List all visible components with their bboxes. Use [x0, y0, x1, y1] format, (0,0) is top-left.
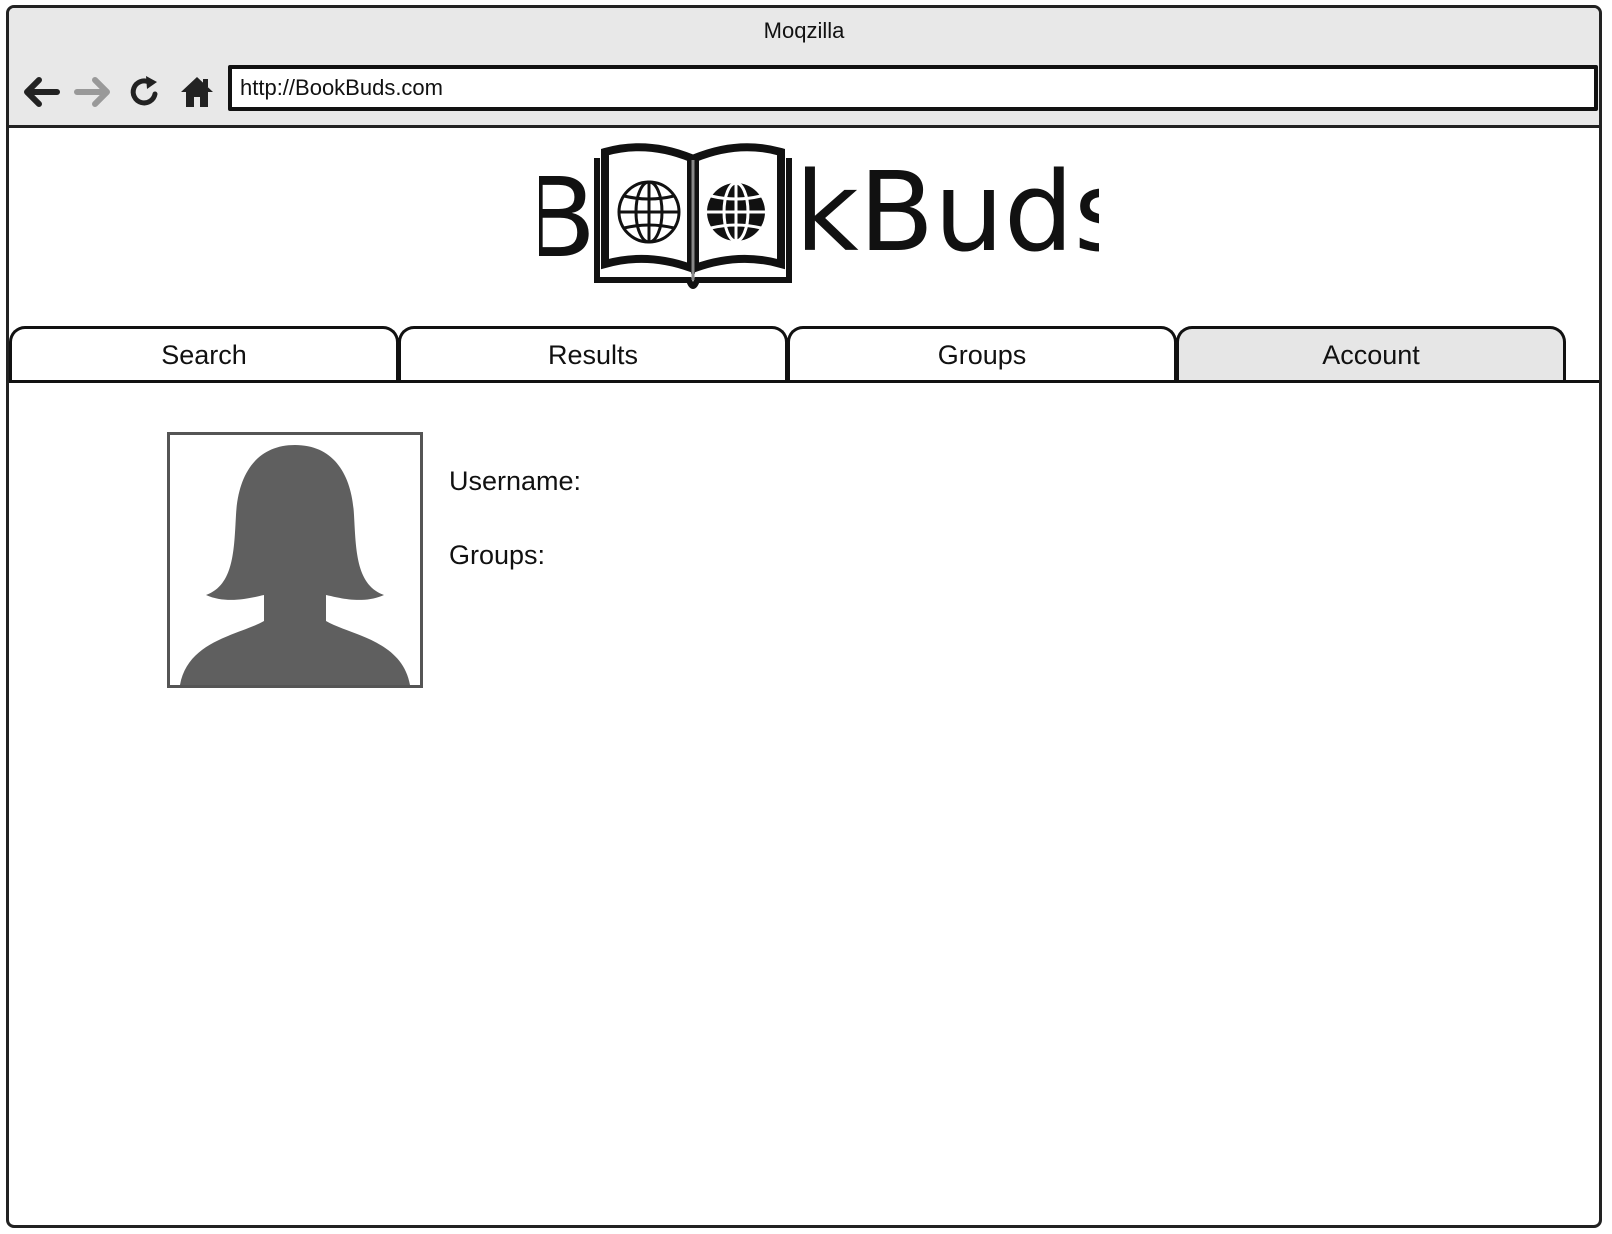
- username-label: Username:: [449, 466, 582, 496]
- back-button[interactable]: [19, 70, 63, 114]
- forward-button[interactable]: [71, 70, 115, 114]
- tab-bar: Search Results Groups Account: [9, 326, 1599, 386]
- logo-text-b: B: [539, 154, 596, 282]
- window-title: Moqzilla: [763, 18, 845, 43]
- tab-results[interactable]: Results: [398, 326, 788, 381]
- reload-button[interactable]: [123, 70, 167, 114]
- browser-chrome: Moqzilla: [9, 8, 1599, 128]
- url-input[interactable]: [232, 69, 1594, 107]
- avatar: [167, 432, 423, 688]
- user-silhouette-icon: [180, 445, 410, 685]
- address-bar[interactable]: [228, 65, 1598, 111]
- tab-groups[interactable]: Groups: [787, 326, 1177, 381]
- arrow-right-icon: [74, 77, 110, 107]
- tab-search[interactable]: Search: [9, 326, 399, 381]
- bookbuds-logo: B kBuds: [539, 143, 1099, 290]
- logo-text-kbuds: kBuds: [795, 148, 1099, 276]
- arrow-left-icon: [24, 77, 60, 107]
- reload-icon: [130, 76, 158, 106]
- home-button[interactable]: [175, 70, 219, 114]
- tab-account[interactable]: Account: [1176, 326, 1566, 381]
- open-book-globe-icon: [594, 143, 792, 290]
- home-icon: [181, 77, 213, 107]
- tab-divider: [9, 380, 1599, 383]
- groups-label: Groups:: [449, 540, 546, 570]
- browser-window: Moqzilla B: [6, 5, 1602, 1228]
